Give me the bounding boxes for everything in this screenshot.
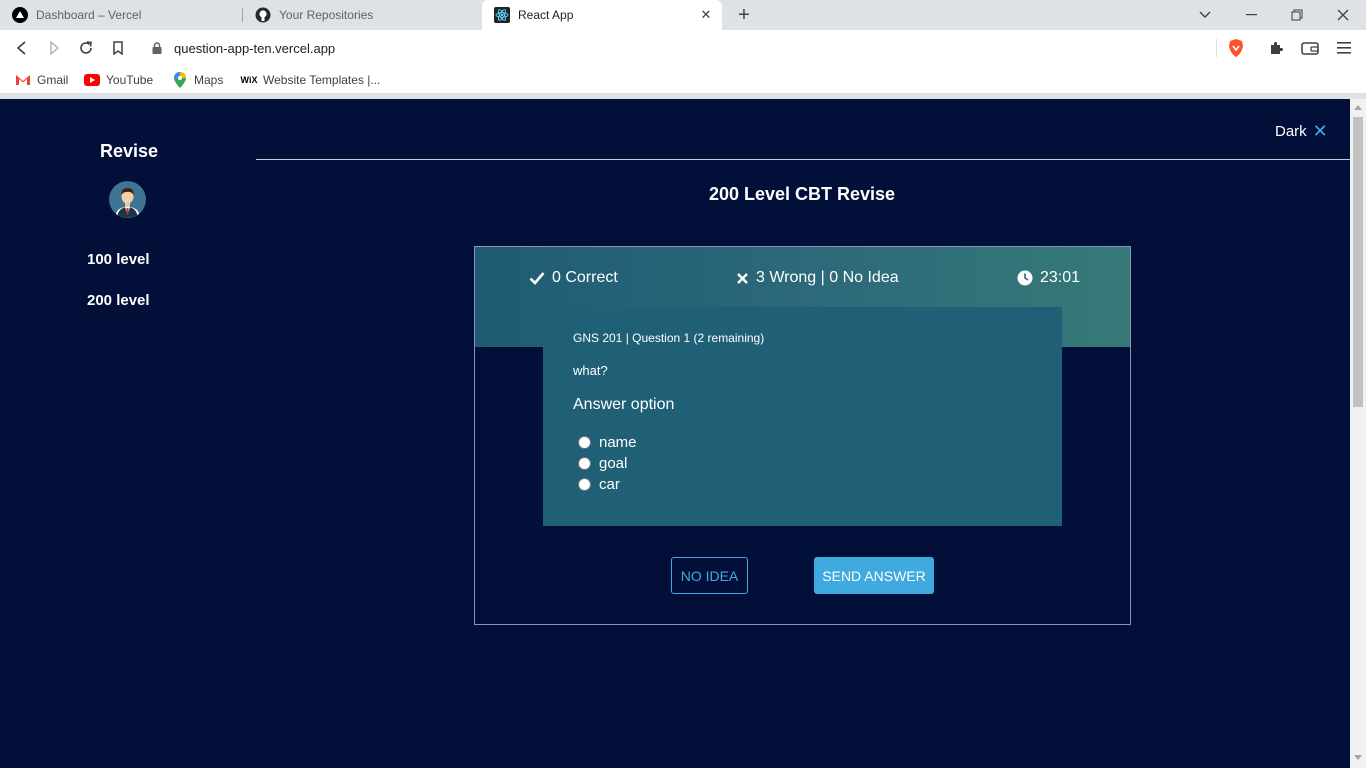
youtube-icon	[84, 73, 100, 87]
bookmark-maps[interactable]: Maps	[172, 71, 223, 89]
address-bar[interactable]: question-app-ten.vercel.app	[144, 34, 1256, 62]
answer-option-text: goal	[599, 455, 628, 472]
minimize-button[interactable]	[1228, 0, 1274, 30]
bookmark-label: Maps	[194, 73, 224, 87]
bookmark-youtube[interactable]: YouTube	[84, 71, 153, 89]
tab-github-repositories[interactable]: Your Repositories	[243, 0, 481, 30]
correct-count: 0 Correct	[529, 269, 618, 287]
timer-text: 23:01	[1040, 269, 1081, 286]
correct-count-text: 0 Correct	[552, 269, 618, 286]
bookmark-gmail[interactable]: Gmail	[15, 71, 68, 89]
question-text: what?	[573, 363, 608, 378]
answer-option-text: car	[599, 476, 620, 493]
forward-button[interactable]	[42, 36, 66, 60]
url-text: question-app-ten.vercel.app	[174, 40, 336, 56]
close-icon[interactable]: ✕	[1313, 121, 1328, 142]
menu-icon[interactable]	[1332, 36, 1356, 60]
restore-button[interactable]	[1274, 0, 1320, 30]
tab-title: Your Repositories	[279, 8, 374, 22]
scroll-up-icon[interactable]	[1354, 105, 1362, 110]
theme-toggle[interactable]: Dark ✕	[1275, 121, 1328, 142]
page-scrollbar[interactable]	[1350, 99, 1366, 768]
answer-option[interactable]: goal	[573, 453, 1032, 474]
answer-option-text: name	[599, 434, 637, 451]
answer-option[interactable]: name	[573, 432, 1032, 453]
bookmark-wix[interactable]: WiX Website Templates |...	[240, 71, 381, 89]
new-tab-button[interactable]: +	[733, 4, 755, 26]
bookmark-label: Gmail	[37, 73, 69, 87]
theme-toggle-label: Dark	[1275, 123, 1307, 140]
app-page: Revise 100 level 200 level Dark ✕ 200 Le…	[0, 99, 1350, 768]
vercel-icon	[12, 7, 28, 23]
bookmark-label: YouTube	[106, 73, 154, 87]
extensions-icon[interactable]	[1264, 36, 1288, 60]
back-button[interactable]	[10, 36, 34, 60]
check-icon	[529, 272, 545, 285]
tab-search-icon[interactable]	[1182, 0, 1228, 30]
radio-button[interactable]	[578, 457, 591, 470]
bookmark-label: Website Templates |...	[263, 73, 381, 87]
page-title: 200 Level CBT Revise	[708, 184, 896, 204]
divider	[1216, 39, 1217, 57]
wrong-count-text: 3 Wrong | 0 No Idea	[756, 269, 899, 286]
github-icon	[255, 7, 271, 23]
scroll-down-icon[interactable]	[1354, 755, 1362, 760]
no-idea-button[interactable]: NO IDEA	[671, 557, 748, 594]
close-window-button[interactable]	[1320, 0, 1366, 30]
answer-option-label: Answer option	[573, 396, 675, 413]
bookmark-icon[interactable]	[106, 36, 130, 60]
timer: 23:01	[1017, 269, 1080, 287]
scrollbar-thumb[interactable]	[1353, 117, 1363, 407]
header-divider	[256, 159, 1350, 160]
tab-react-app[interactable]: React App ✕	[482, 0, 722, 30]
browser-toolbar: question-app-ten.vercel.app	[0, 30, 1366, 66]
brave-shields-icon[interactable]	[1224, 36, 1248, 60]
answer-option[interactable]: car	[573, 474, 1032, 495]
maps-icon	[172, 72, 188, 88]
brand-title: Revise	[100, 141, 159, 161]
tab-vercel-dashboard[interactable]: Dashboard – Vercel	[0, 0, 242, 30]
tab-title: React App	[518, 8, 574, 22]
bookmarks-bar: Gmail YouTube Maps WiX Website Templates…	[0, 66, 1366, 94]
question-meta: GNS 201 | Question 1 (2 remaining)	[573, 331, 765, 345]
quiz-card: 0 Correct 3 Wrong | 0 No Idea 23:01 GNS …	[474, 246, 1131, 625]
wix-icon: WiX	[240, 75, 258, 85]
close-tab-icon[interactable]: ✕	[698, 7, 714, 23]
tab-title: Dashboard – Vercel	[36, 8, 142, 22]
sidebar-item-200-level[interactable]: 200 level	[87, 292, 150, 309]
lock-icon	[152, 41, 164, 55]
x-icon	[737, 272, 748, 284]
tab-strip: Dashboard – Vercel Your Repositories Rea…	[0, 0, 1366, 30]
reload-button[interactable]	[74, 36, 98, 60]
wallet-icon[interactable]	[1298, 36, 1322, 60]
sidebar-item-100-level[interactable]: 100 level	[87, 251, 150, 268]
react-icon	[494, 7, 510, 23]
radio-button[interactable]	[578, 436, 591, 449]
question-panel: GNS 201 | Question 1 (2 remaining) what?…	[543, 307, 1062, 526]
answer-options: name goal car	[573, 432, 1032, 495]
gmail-icon	[15, 73, 31, 87]
send-answer-button[interactable]: SEND ANSWER	[814, 557, 934, 594]
radio-button[interactable]	[578, 478, 591, 491]
wrong-count: 3 Wrong | 0 No Idea	[736, 269, 899, 287]
clock-icon	[1017, 270, 1033, 286]
